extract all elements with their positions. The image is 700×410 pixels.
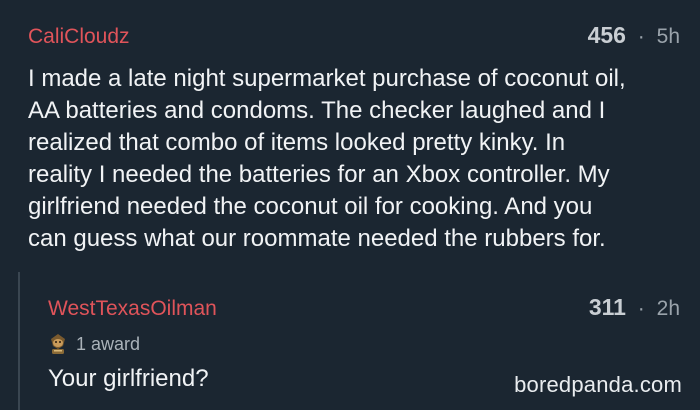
- reply-score: 311: [588, 294, 626, 320]
- comment-body: I made a late night supermarket purchase…: [28, 65, 626, 252]
- award-count[interactable]: 1 award: [76, 334, 140, 355]
- meta-separator: ·: [637, 297, 645, 320]
- award-row: 1 award: [48, 333, 680, 355]
- comment-score: 456: [587, 22, 626, 48]
- comment-age: 5h: [656, 25, 680, 48]
- reply-age: 2h: [656, 297, 680, 320]
- meta-separator: ·: [637, 25, 645, 48]
- top-comment: CaliCloudz 456 · 5h I made a late night …: [28, 22, 680, 255]
- reply-header: WestTexasOilman 311 · 2h: [48, 294, 680, 321]
- watermark-text: boredpanda.com: [514, 372, 682, 397]
- comment-meta: 456 · 5h: [588, 22, 680, 49]
- reply-meta: 311 · 2h: [589, 294, 680, 321]
- comment-header: CaliCloudz 456 · 5h: [28, 22, 680, 49]
- award-badge-icon: [48, 333, 68, 355]
- reply-username[interactable]: WestTexasOilman: [48, 297, 217, 321]
- comment-username[interactable]: CaliCloudz: [28, 25, 130, 49]
- thread-line[interactable]: [18, 272, 20, 410]
